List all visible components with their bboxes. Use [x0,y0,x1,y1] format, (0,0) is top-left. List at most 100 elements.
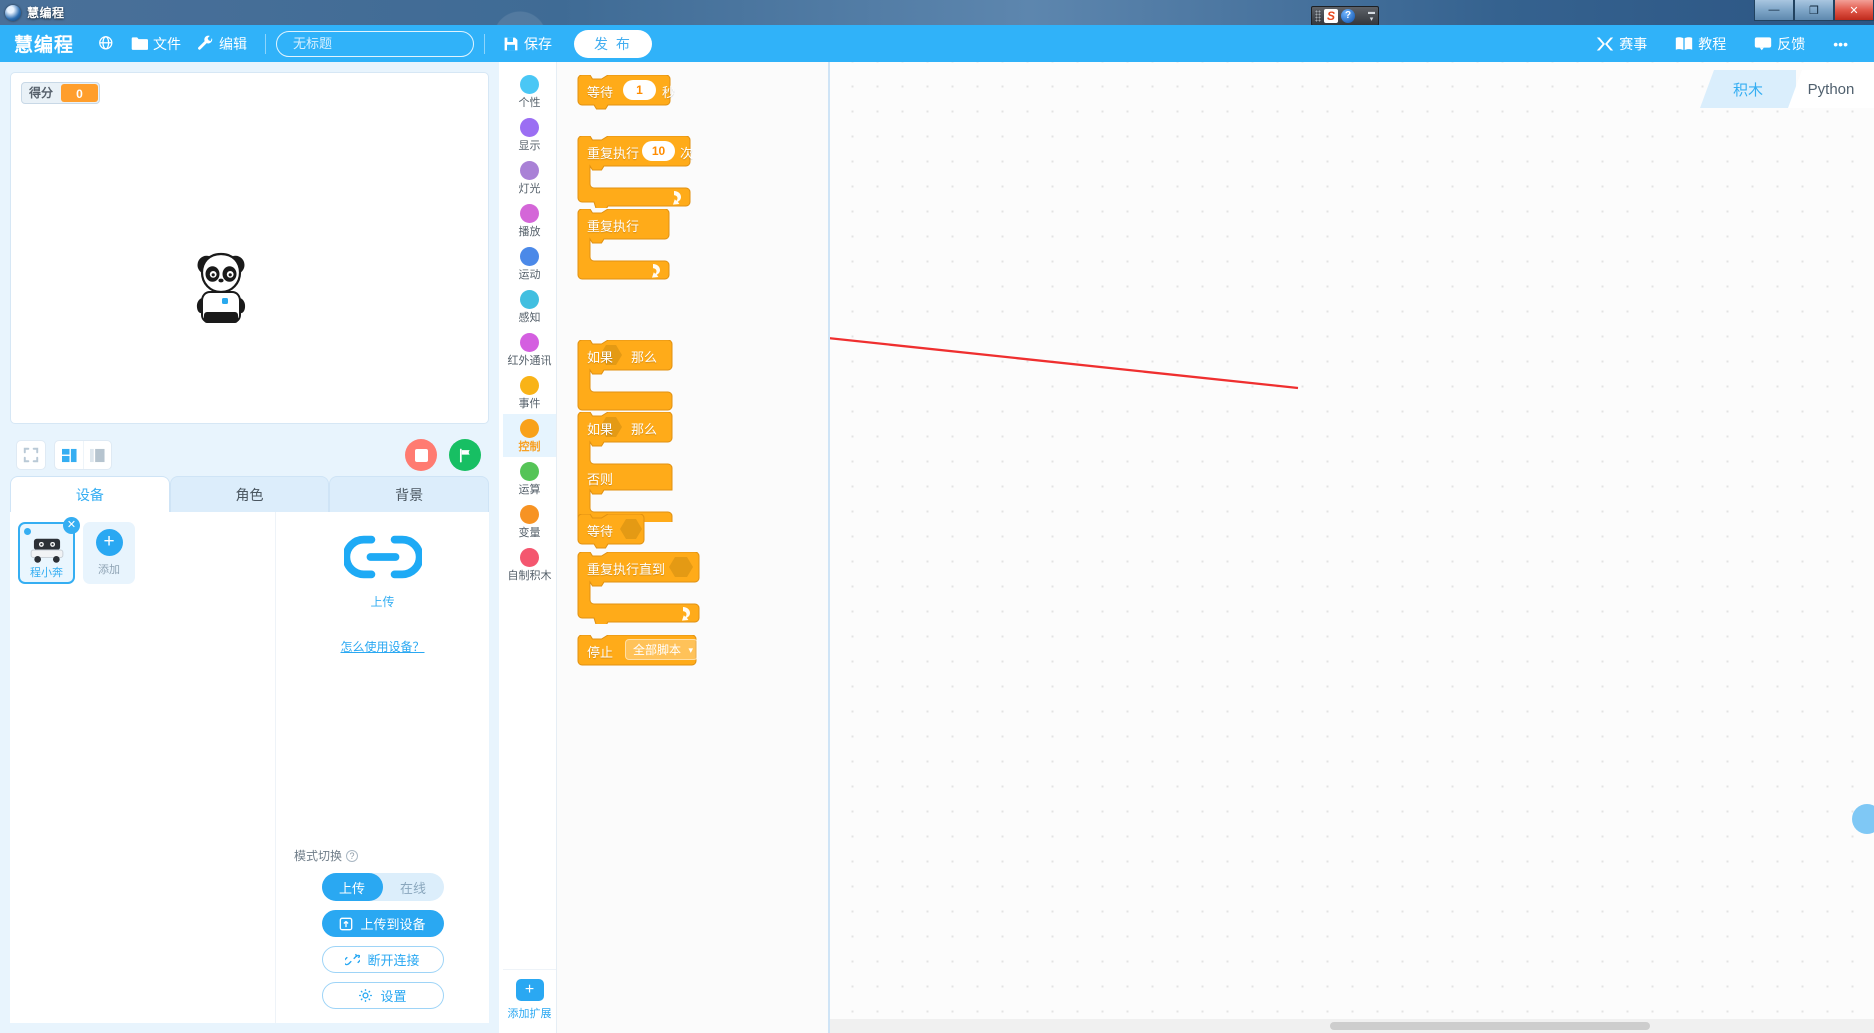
chat-icon [1754,36,1772,51]
layout-small-button[interactable] [83,441,111,469]
category-my-blocks[interactable]: 自制积木 [503,543,556,586]
category-operators[interactable]: 运算 [503,457,556,500]
repeat-times-field[interactable]: 10 [642,141,675,161]
category-lighting[interactable]: 灯光 [503,156,556,199]
ime-collapse-controls[interactable]: ▬ ▾ [1368,9,1375,23]
block-text-after: 那么 [631,350,658,365]
app-header: 慧编程 文件 编辑 无标题 保存 发 布 赛事 教程 反馈 ••• [0,25,1874,62]
mode-toggle: 上传 在线 [321,873,444,901]
disconnect-button[interactable]: 断开连接 [321,946,444,973]
settings-label: 设置 [380,989,407,1004]
palette-block-if-then[interactable]: 如果 那么 [574,340,676,411]
category-events[interactable]: 事件 [503,371,556,414]
tutorial-button[interactable]: 教程 [1667,31,1734,57]
category-infrared[interactable]: 红外通讯 [503,328,556,371]
scrollbar-thumb[interactable] [1330,1022,1650,1030]
feedback-button[interactable]: 反馈 [1746,31,1813,57]
file-menu-button[interactable]: 文件 [123,31,189,57]
help-icon[interactable]: ? [346,849,359,862]
palette-block-repeat-times[interactable]: 重复执行 10 次 [574,136,694,208]
category-motion[interactable]: 运动 [503,242,556,285]
category-label: 红外通讯 [507,355,552,367]
block-palette[interactable]: 等待 1 秒 重复执行 10 次 重复执行 如果 那么 如果 那么 否则 等待 … [557,62,828,1033]
edit-menu-button[interactable]: 编辑 [189,31,255,57]
category-display[interactable]: 显示 [503,113,556,156]
floating-help-bubble[interactable] [1852,804,1874,834]
broken-link-icon[interactable] [342,530,423,589]
language-button[interactable] [90,32,123,55]
project-title-input[interactable] [276,30,475,57]
palette-block-forever[interactable]: 重复执行 [574,209,673,280]
tab-blocks[interactable]: 积木 [1700,70,1796,108]
layout-large-button[interactable] [55,441,83,469]
category-color-dot [520,247,539,266]
ime-minimize-glyph: ▬ [1368,9,1375,16]
block-text-before: 如果 [587,350,614,365]
category-control[interactable]: 控制 [503,414,556,457]
category-label: 变量 [518,527,541,539]
code-workspace-canvas[interactable]: 积木 Python https://blog.csdn.net/R1129786… [828,62,1874,1033]
palette-block-stop-scripts[interactable]: 停止 全部脚本 [574,635,700,667]
panda-sprite[interactable] [192,249,250,325]
input-method-toolbar[interactable]: S ? ▬ ▾ [1311,6,1379,26]
category-variables[interactable]: 变量 [503,500,556,543]
stop-target-dropdown[interactable]: 全部脚本 [625,639,699,661]
workspace-horizontal-scrollbar[interactable] [830,1019,1874,1033]
publish-button[interactable]: 发 布 [574,29,652,58]
maximize-button[interactable]: ❐ [1794,0,1834,21]
green-flag-button[interactable] [449,439,481,471]
stage-area[interactable]: 得分 0 [10,72,489,424]
save-button[interactable]: 保存 [495,31,560,57]
tab-device[interactable]: 设备 [10,476,170,512]
workspace-mode-tabs: 积木 Python [1700,62,1874,108]
file-menu-label: 文件 [153,35,182,52]
category-personality[interactable]: 个性 [503,70,556,113]
device-name: 程小奔 [30,567,63,579]
add-device-label: 添加 [98,564,120,576]
sogou-ime-icon[interactable]: S [1324,9,1338,23]
tab-background[interactable]: 背景 [329,476,489,512]
fullscreen-button[interactable] [16,440,46,470]
remove-device-icon[interactable]: ✕ [63,517,80,534]
palette-block-wait-seconds[interactable]: 等待 1 秒 [574,75,675,110]
competition-label: 赛事 [1619,35,1648,52]
ime-help-icon[interactable]: ? [1341,9,1355,23]
disconnect-label: 断开连接 [367,953,420,968]
ime-drag-handle[interactable] [1315,10,1321,22]
palette-block-wait-until[interactable]: 等待 [574,514,648,549]
close-button[interactable]: ✕ [1834,0,1874,21]
palette-block-if-else[interactable]: 如果 那么 否则 [574,412,676,522]
mode-switch-label: 模式切换 ? [294,847,359,864]
category-sound[interactable]: 播放 [503,199,556,242]
add-device-button[interactable]: + 添加 [83,522,135,584]
settings-button[interactable]: 设置 [321,982,444,1009]
category-color-dot [520,161,539,180]
upload-to-device-button[interactable]: 上传到设备 [321,910,444,937]
stop-button[interactable] [405,439,437,471]
book-icon [1675,36,1693,51]
device-card-codey[interactable]: ✕ 程小奔 [18,517,80,584]
tab-character[interactable]: 角色 [169,476,330,512]
how-to-use-device-link[interactable]: 怎么使用设备？ [340,638,424,655]
category-label: 自制积木 [507,570,552,582]
more-menu-button[interactable]: ••• [1825,33,1856,55]
palette-block-repeat-until[interactable]: 重复执行直到 [574,552,703,624]
window-controls: — ❐ ✕ [1754,0,1874,25]
wait-seconds-field[interactable]: 1 [623,80,656,100]
add-extension-button[interactable]: + 添加扩展 [503,969,556,1033]
plus-icon: + [515,979,544,1001]
device-connection-pane: 上传 怎么使用设备？ 模式切换 ? 上传 在线 上传到设备 断开连接 设置 [275,512,489,1023]
block-text-before: 等待 [587,85,614,100]
feedback-label: 反馈 [1777,35,1806,52]
mode-option-upload[interactable]: 上传 [321,873,383,901]
minimize-button[interactable]: — [1754,0,1794,21]
block-text-after: 次 [680,146,694,161]
tab-python[interactable]: Python [1788,70,1874,108]
category-sensing[interactable]: 感知 [503,285,556,328]
competition-button[interactable]: 赛事 [1588,31,1655,57]
block-text-before: 停止 [587,645,614,660]
mode-option-online[interactable]: 在线 [383,873,444,901]
header-divider-1 [265,33,267,54]
block-text-else: 否则 [587,472,614,487]
device-selected-dot [24,528,31,535]
